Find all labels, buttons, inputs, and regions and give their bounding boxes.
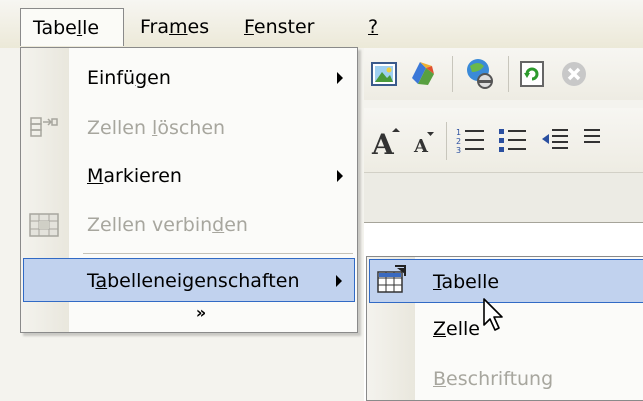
increase-indent-icon[interactable]: [582, 126, 602, 156]
delete-cells-icon: [30, 117, 58, 137]
toolbar-standard: [364, 48, 643, 100]
menu-frames-label: Frames: [140, 16, 210, 38]
web-component-icon[interactable]: [464, 56, 496, 90]
menu-item-tabelleneigenschaften[interactable]: Tabelleneigenschaften: [23, 258, 355, 302]
menu-separator: [83, 253, 353, 254]
document-tab-strip: [364, 172, 643, 222]
menu-frames[interactable]: Frames: [128, 8, 221, 46]
insert-image-icon[interactable]: [370, 60, 398, 88]
decrease-font-size-icon[interactable]: A: [412, 130, 436, 156]
menu-bar: Tabelle Frames Fenster ?: [0, 0, 643, 48]
mouse-pointer-icon: [483, 298, 503, 331]
menu-fenster-label: Fenster: [244, 16, 315, 38]
decrease-indent-icon[interactable]: [540, 126, 570, 156]
submenu-item-tabelle[interactable]: Tabelle: [369, 259, 643, 303]
submenu-arrow-icon: [337, 72, 343, 84]
menu-help-label: ?: [368, 16, 379, 38]
menu-tabelle[interactable]: Tabelle: [20, 8, 124, 46]
submenu-item-label: Beschriftung: [433, 368, 554, 390]
menu-help[interactable]: ?: [356, 8, 390, 46]
menu-item-einfuegen[interactable]: Einfügen: [21, 56, 357, 100]
menu-item-label: Einfügen: [87, 67, 171, 89]
menu-tabelle-label: Tabelle: [33, 17, 100, 39]
menu-fenster[interactable]: Fenster: [232, 8, 326, 46]
svg-text:A: A: [371, 128, 395, 158]
media-icon[interactable]: [408, 58, 438, 88]
svg-text:1: 1: [456, 128, 461, 137]
menu-item-markieren[interactable]: Markieren: [21, 154, 357, 198]
menu-item-zellen-verbinden[interactable]: Zellen verbinden: [21, 203, 357, 247]
menu-item-label: Zellen löschen: [87, 117, 226, 139]
tabelle-menu: Einfügen Zellen löschen Markieren Zellen…: [20, 47, 358, 333]
merge-cells-icon: [29, 213, 59, 237]
toolbar-formatting: A A 1 2 3: [364, 108, 643, 172]
menu-item-zellen-loeschen[interactable]: Zellen löschen: [21, 106, 357, 150]
submenu-arrow-icon: [337, 170, 343, 182]
menu-item-label: Markieren: [87, 165, 182, 187]
increase-font-size-icon[interactable]: A: [370, 124, 404, 158]
table-properties-icon: [377, 265, 406, 293]
svg-text:A: A: [413, 136, 429, 156]
submenu-item-label: Zelle: [433, 318, 480, 340]
menu-item-label: Zellen verbinden: [87, 214, 248, 236]
menu-item-label: Tabelleneigenschaften: [87, 270, 300, 292]
submenu-item-beschriftung[interactable]: Beschriftung: [367, 357, 643, 401]
bulleted-list-icon[interactable]: [498, 126, 528, 156]
expand-menu-chevron-icon[interactable]: »: [191, 304, 211, 322]
svg-text:2: 2: [456, 137, 461, 146]
stop-icon[interactable]: [560, 60, 588, 88]
numbered-list-icon[interactable]: 1 2 3: [456, 126, 486, 156]
submenu-arrow-icon: [336, 275, 342, 287]
refresh-icon[interactable]: [518, 60, 546, 88]
svg-text:3: 3: [456, 146, 461, 155]
